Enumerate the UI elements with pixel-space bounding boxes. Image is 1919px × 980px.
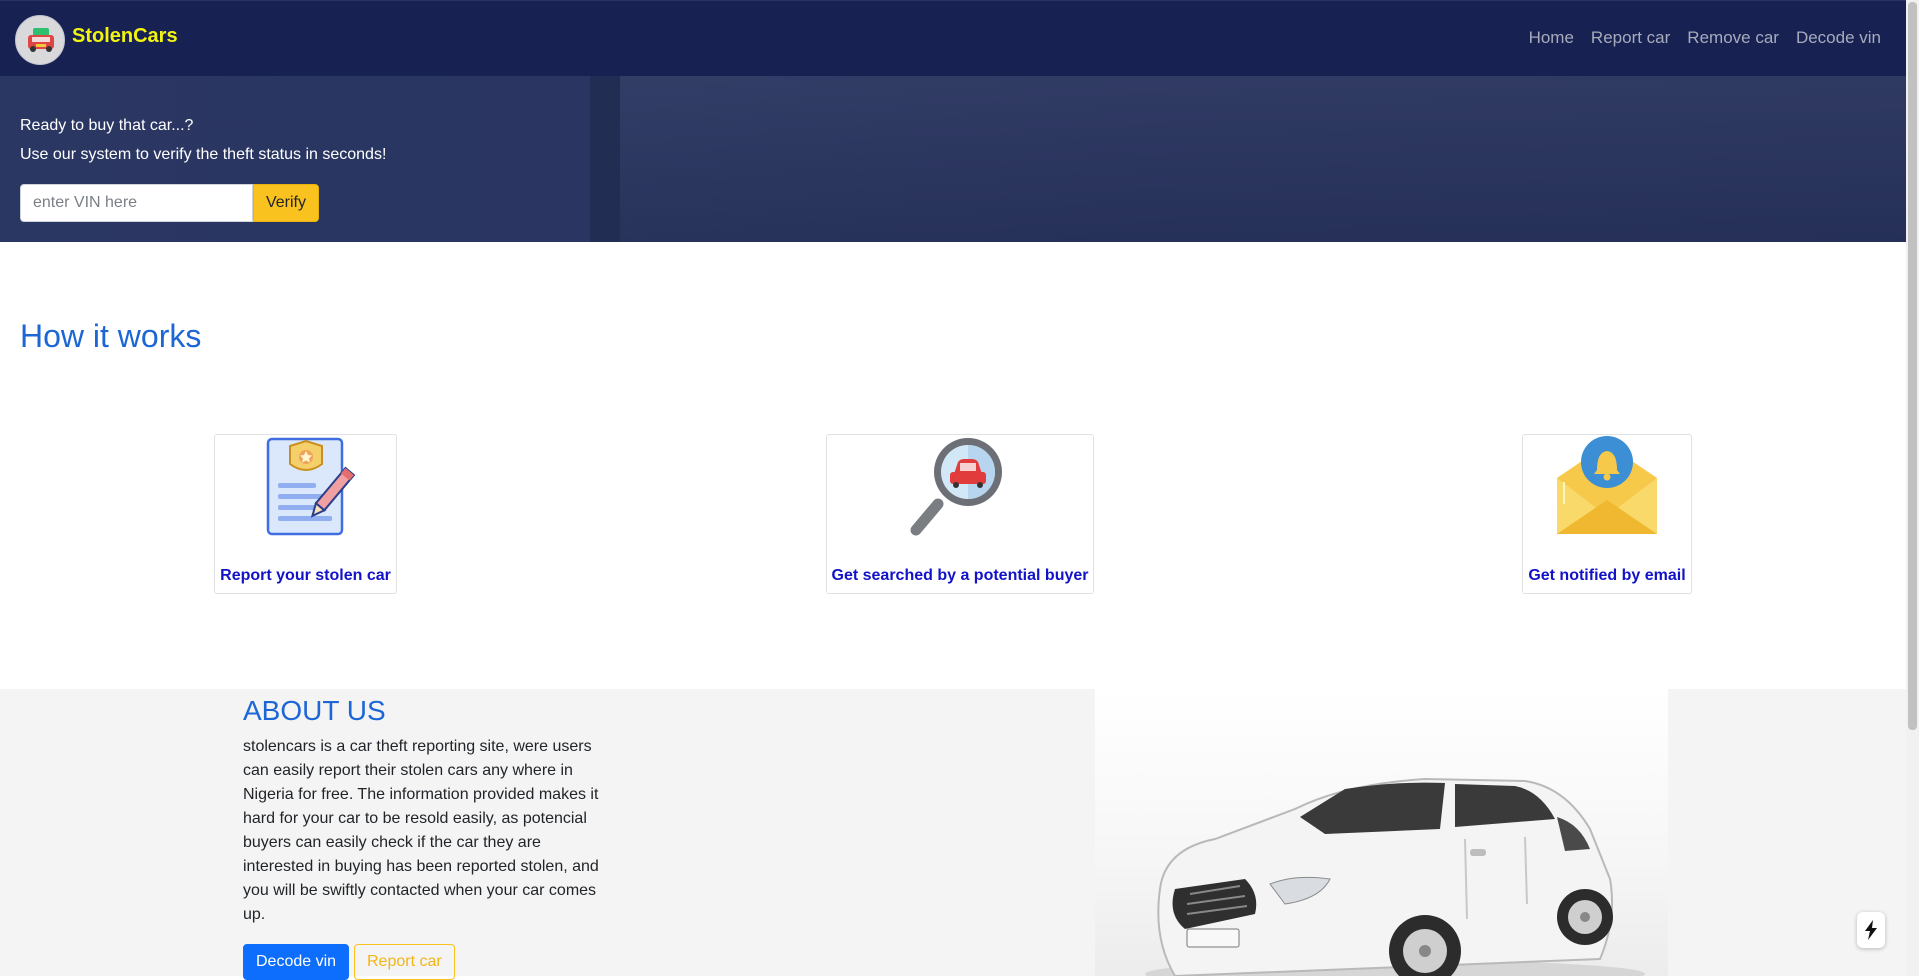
report-document-icon bbox=[266, 437, 355, 536]
quick-action-button[interactable] bbox=[1857, 912, 1885, 948]
hero-subtitle: Use our system to verify the theft statu… bbox=[20, 146, 387, 163]
hero-background-overlay bbox=[620, 76, 1906, 242]
card-title: Get searched by a potential buyer bbox=[831, 567, 1089, 584]
brand-name[interactable]: StolenCars bbox=[72, 25, 178, 48]
vin-input[interactable] bbox=[20, 184, 253, 222]
card-report-stolen-car[interactable]: Report your stolen car bbox=[214, 434, 397, 594]
hero-tagline: Ready to buy that car...? bbox=[20, 117, 194, 134]
white-car-icon bbox=[1145, 777, 1645, 976]
about-title: ABOUT US bbox=[243, 695, 386, 726]
navbar: StolenCars Home Report car Remove car De… bbox=[0, 0, 1906, 76]
nav-remove-car[interactable]: Remove car bbox=[1687, 28, 1779, 48]
car-image bbox=[1095, 689, 1668, 976]
nav-home[interactable]: Home bbox=[1529, 28, 1574, 48]
nav-decode-vin[interactable]: Decode vin bbox=[1796, 28, 1881, 48]
vertical-scrollbar[interactable] bbox=[1906, 0, 1919, 976]
verify-button[interactable]: Verify bbox=[253, 184, 319, 222]
how-it-works-title: How it works bbox=[20, 318, 202, 354]
about-section: ABOUT US stolencars is a car theft repor… bbox=[0, 689, 1906, 980]
about-text: stolencars is a car theft reporting site… bbox=[243, 738, 599, 923]
card-get-notified[interactable]: Get notified by email bbox=[1522, 434, 1692, 594]
magnifier-car-icon bbox=[910, 438, 1002, 536]
lightning-bolt-icon bbox=[1865, 920, 1877, 940]
envelope-bell-icon bbox=[1557, 436, 1657, 534]
hero-background-shade bbox=[590, 76, 620, 242]
card-title: Get notified by email bbox=[1528, 567, 1686, 584]
car-logo-icon bbox=[28, 28, 54, 52]
report-car-button[interactable]: Report car bbox=[354, 944, 455, 980]
decode-vin-button[interactable]: Decode vin bbox=[243, 944, 350, 980]
brand-logo[interactable] bbox=[15, 15, 65, 65]
card-get-searched[interactable]: Get searched by a potential buyer bbox=[826, 434, 1094, 594]
nav-links: Home Report car Remove car Decode vin bbox=[1529, 28, 1881, 48]
scrollbar-thumb[interactable] bbox=[1908, 2, 1917, 730]
card-title: Report your stolen car bbox=[220, 567, 391, 584]
hero-banner: Ready to buy that car...? Use our system… bbox=[0, 76, 1906, 242]
nav-report-car[interactable]: Report car bbox=[1591, 28, 1670, 48]
